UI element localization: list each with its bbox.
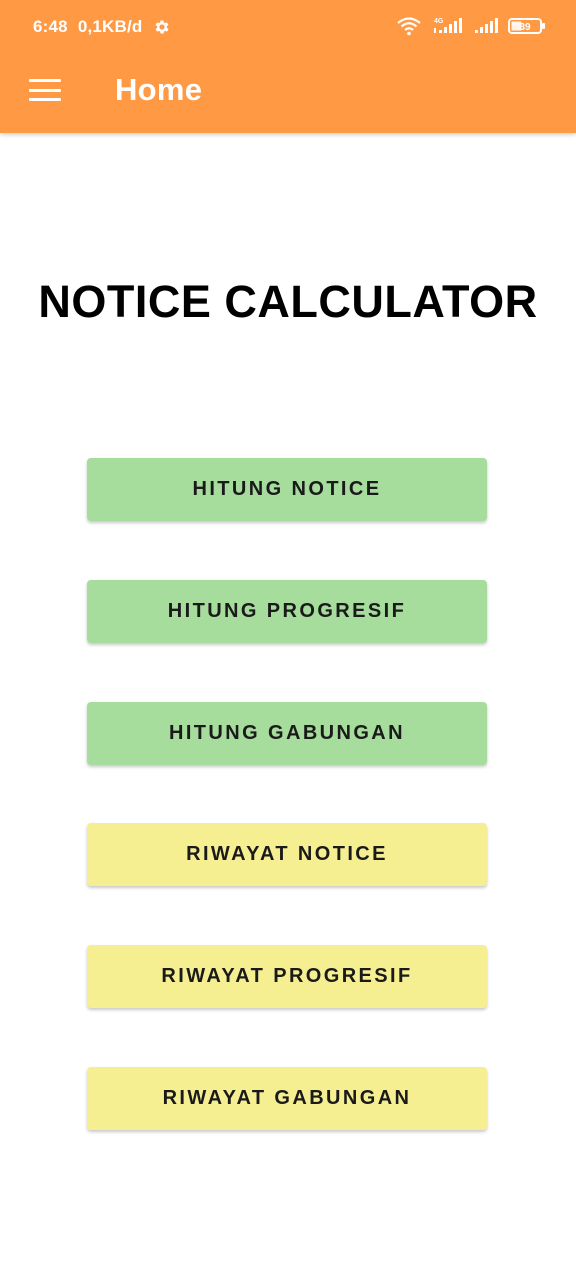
status-time: 6:48 <box>33 17 68 36</box>
hamburger-menu-icon[interactable] <box>29 76 61 104</box>
toolbar: Home <box>0 56 576 133</box>
network-label: 4G <box>434 18 444 25</box>
gear-icon <box>153 18 171 36</box>
status-right: 4G 39 <box>396 16 546 36</box>
battery-icon: 39 <box>508 16 546 36</box>
hitung-progresif-button[interactable]: HITUNG PROGRESIF <box>87 580 487 643</box>
riwayat-progresif-button[interactable]: RIWAYAT PROGRESIF <box>87 945 487 1008</box>
signal-4g-icon: 4G <box>432 16 464 36</box>
toolbar-title: Home <box>115 72 203 107</box>
status-left: 6:48 0,1KB/d <box>33 17 171 37</box>
hitung-notice-button[interactable]: HITUNG NOTICE <box>87 458 487 521</box>
status-data-speed: 0,1KB/d <box>77 17 143 36</box>
battery-level: 39 <box>519 22 531 33</box>
riwayat-notice-button[interactable]: RIWAYAT NOTICE <box>87 823 487 886</box>
riwayat-gabungan-button[interactable]: RIWAYAT GABUNGAN <box>87 1067 487 1130</box>
page-title: NOTICE CALCULATOR <box>38 276 538 327</box>
status-bar: 6:48 0,1KB/d 4G 39 <box>0 0 576 56</box>
app-bar: 6:48 0,1KB/d 4G 39 Home <box>0 0 576 133</box>
wifi-icon <box>396 16 422 36</box>
hitung-gabungan-button[interactable]: HITUNG GABUNGAN <box>87 702 487 765</box>
signal-icon <box>474 16 498 36</box>
